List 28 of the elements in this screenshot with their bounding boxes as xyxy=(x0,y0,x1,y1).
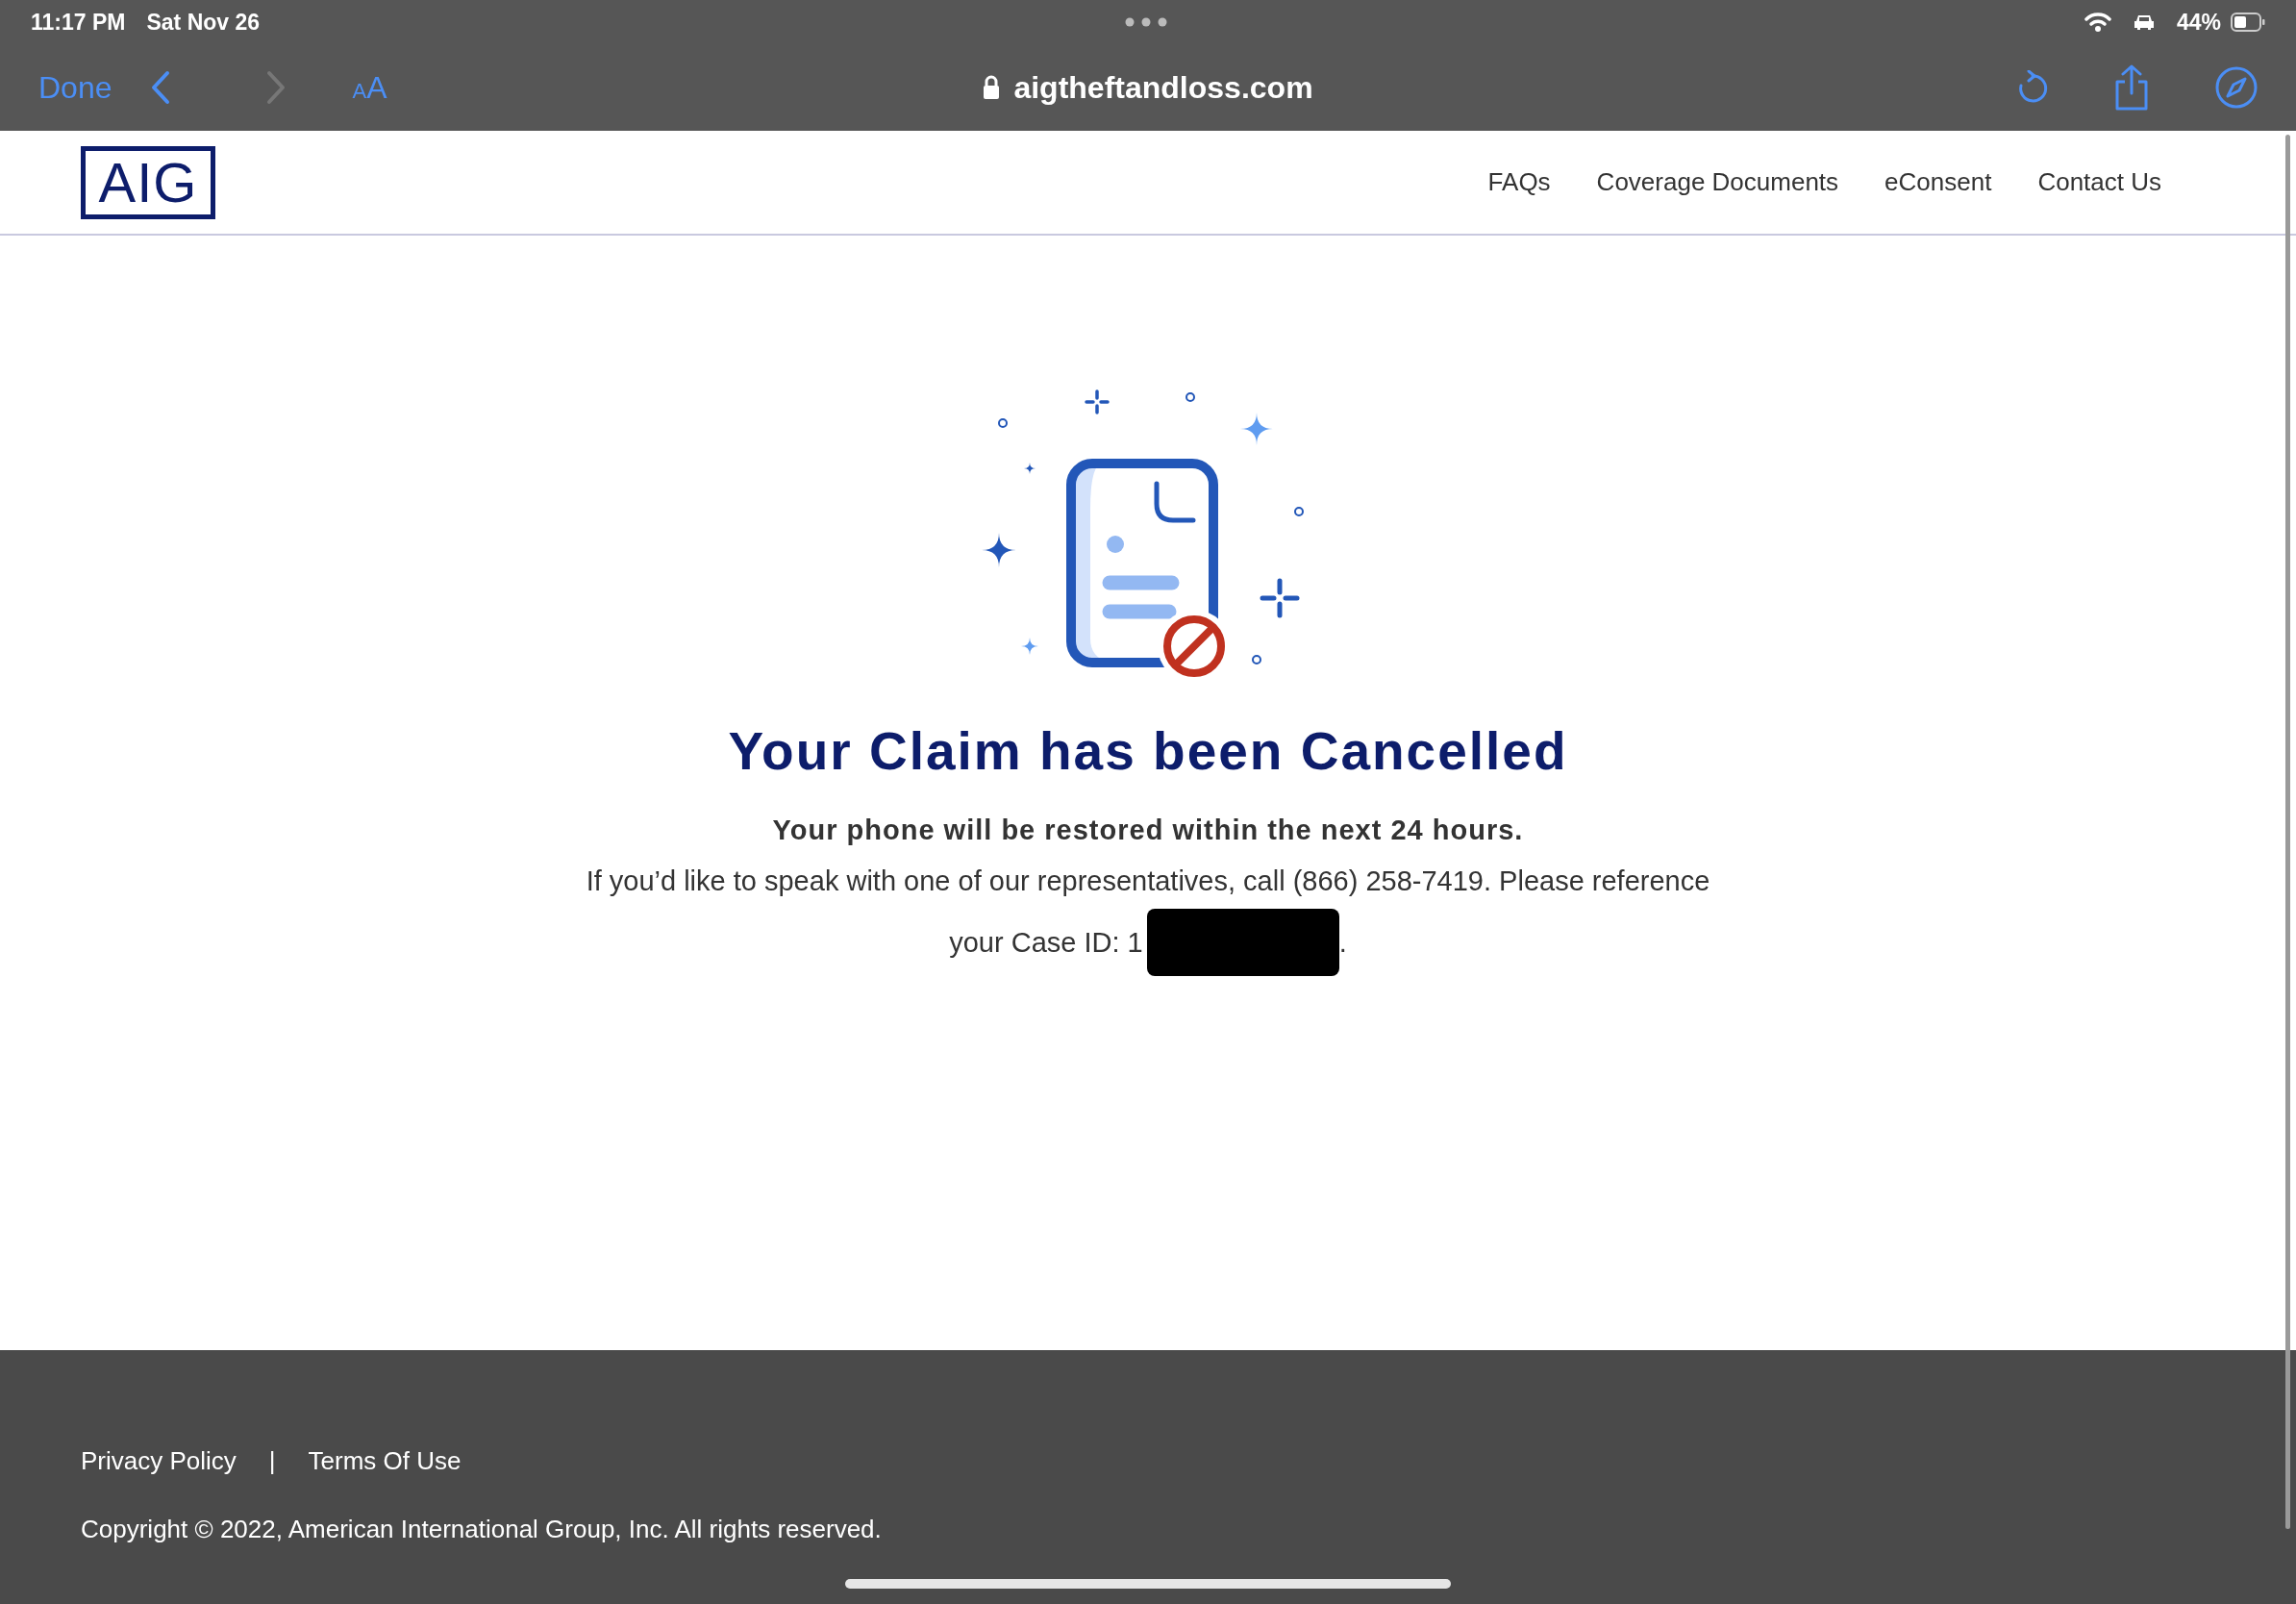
reload-icon[interactable] xyxy=(2017,70,2048,105)
share-icon[interactable] xyxy=(2113,64,2150,111)
copyright-text: Copyright © 2022, American International Group, Inc. All rights reserved. xyxy=(81,1515,883,1544)
wifi-icon xyxy=(2084,12,2111,33)
compass-icon[interactable] xyxy=(2215,66,2258,109)
status-time: 11:17 PM xyxy=(31,9,126,36)
nav-link[interactable]: FAQs xyxy=(1487,167,1551,197)
sentence-end: . xyxy=(1338,926,1347,959)
nav-link[interactable]: Coverage Documents xyxy=(1596,167,1839,197)
footer-link[interactable]: Terms Of Use xyxy=(308,1446,462,1476)
link-separator: | xyxy=(268,1446,276,1476)
battery-icon xyxy=(2231,13,2265,32)
aig-logo[interactable]: AIG xyxy=(81,145,215,219)
back-button[interactable] xyxy=(150,70,170,105)
scroll-bar[interactable] xyxy=(2285,135,2290,1529)
footer-link[interactable]: Privacy Policy xyxy=(81,1446,237,1476)
car-icon xyxy=(2132,13,2156,32)
more-dots-icon[interactable] xyxy=(1125,17,1167,27)
page-title: Your Claim has been Cancelled xyxy=(728,720,1568,782)
url-text[interactable]: aigtheftandloss.com xyxy=(1013,69,1313,106)
nav-link[interactable]: eConsent xyxy=(1884,167,1992,197)
status-date: Sat Nov 26 xyxy=(146,9,261,36)
case-id-label: your Case ID: 1 xyxy=(949,926,1143,959)
contact-message: If you’d like to speak with one of our representatives, call (866) 258-7419. Please reference xyxy=(586,865,1710,897)
battery-percentage: 44% xyxy=(2176,9,2221,36)
lock-icon xyxy=(983,75,1001,100)
nav-link[interactable]: Contact Us xyxy=(2037,167,2161,197)
restore-notice: Your phone will be restored within the next 24 hours. xyxy=(772,815,1524,846)
